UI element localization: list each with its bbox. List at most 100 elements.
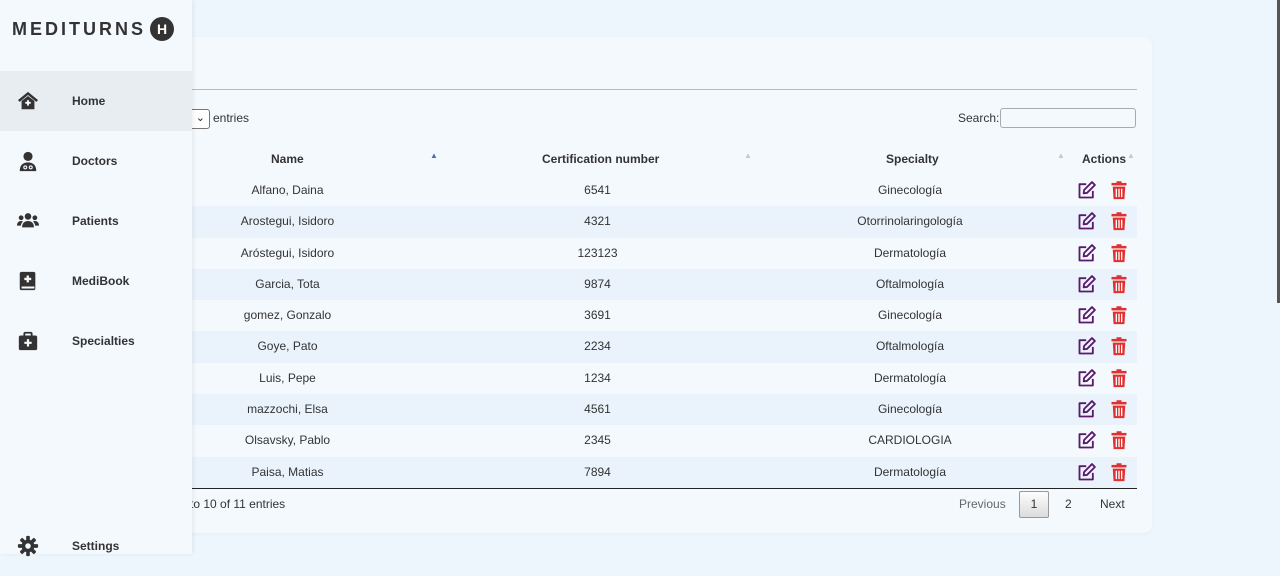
trash-icon[interactable] <box>1109 243 1129 263</box>
sidebar-item-label: Patients <box>72 214 119 228</box>
cell-certification: 4561 <box>584 402 611 417</box>
cell-name: Paisa, Matias <box>251 464 324 479</box>
edit-icon[interactable] <box>1077 399 1097 419</box>
cell-name: Goye, Pato <box>257 339 318 354</box>
cell-certification: 7894 <box>584 464 611 479</box>
table-footer-divider <box>80 488 1137 489</box>
pagination-page-1[interactable]: 1 <box>1019 491 1049 518</box>
column-header-certification[interactable]: Certification number <box>542 152 659 166</box>
cell-name: Aróstegui, Isidoro <box>240 245 335 260</box>
trash-icon[interactable] <box>1109 274 1129 294</box>
sidebar-item-specialties[interactable]: Specialties <box>0 311 192 371</box>
trash-icon[interactable] <box>1109 430 1129 450</box>
cell-specialty: Oftalmología <box>875 339 945 354</box>
trash-icon[interactable] <box>1109 305 1129 325</box>
edit-icon[interactable] <box>1077 305 1097 325</box>
pagination-previous[interactable]: Previous <box>959 497 1006 511</box>
cell-specialty: Ginecología <box>877 183 943 197</box>
sidebar-item-label: Doctors <box>72 154 118 168</box>
sidebar-item-doctors[interactable]: Doctors <box>0 131 192 191</box>
cell-certification: 123123 <box>577 245 618 260</box>
table-header: Name ▲ Certification number ▲ Specialty … <box>80 143 1137 176</box>
trash-icon[interactable] <box>1109 336 1129 356</box>
pagination-page-2[interactable]: 2 <box>1065 497 1072 511</box>
table-row: Paisa, Matias 7894 Dermatología <box>80 456 1137 488</box>
sort-icon: ▲ <box>1127 151 1135 160</box>
cell-specialty: Dermatología <box>873 370 947 385</box>
table-row: Alfano, Daina 6541 Ginecología <box>80 175 1137 207</box>
users-icon <box>17 213 39 228</box>
cell-specialty: Dermatología <box>873 245 947 260</box>
cell-specialty: Otorrinolaringología <box>857 214 963 229</box>
table-row: Goye, Pato 2234 Oftalmología <box>80 331 1137 363</box>
cell-certification: 4321 <box>584 214 611 229</box>
column-header-specialty[interactable]: Specialty <box>886 152 939 166</box>
cell-name: Alfano, Daina <box>251 183 324 197</box>
sidebar-item-label: Specialties <box>72 334 135 348</box>
edit-icon[interactable] <box>1077 180 1097 200</box>
search-input[interactable] <box>1000 108 1136 128</box>
cell-specialty: Oftalmología <box>875 276 945 291</box>
table-row: Luis, Pepe 1234 Dermatología <box>80 362 1137 395</box>
edit-icon[interactable] <box>1077 243 1097 263</box>
table-row: Arostegui, Isidoro 4321 Otorrinolaringolog… <box>80 206 1137 238</box>
trash-icon[interactable] <box>1109 180 1129 200</box>
chevron-down-icon: ⌄ <box>195 112 205 124</box>
table-row: Garcia, Tota 9874 Oftalmología <box>80 268 1137 301</box>
pagination-next[interactable]: Next <box>1100 497 1125 511</box>
trash-icon[interactable] <box>1109 399 1129 419</box>
cell-specialty: CARDIOLOGIA <box>868 433 952 448</box>
sidebar: MEDITURNS H Home Doctors Patients MediBo… <box>0 0 192 557</box>
cell-certification: 6541 <box>584 183 611 197</box>
sort-asc-icon: ▲ <box>430 151 438 160</box>
cell-certification: 1234 <box>584 370 611 385</box>
trash-icon[interactable] <box>1109 211 1129 231</box>
entries-label: entries <box>213 111 250 125</box>
briefcase-medical-icon <box>18 331 38 351</box>
sidebar-item-label: MediBook <box>72 274 130 288</box>
cell-specialty: Ginecología <box>877 308 943 323</box>
sidebar-item-label: Settings <box>72 539 120 553</box>
cell-specialty: Dermatología <box>873 464 947 479</box>
user-doctor-icon <box>19 151 37 172</box>
table-row: gomez, Gonzalo 3691 Ginecología <box>80 300 1137 332</box>
table-row: Olsavsky, Pablo 2345 CARDIOLOGIA <box>80 425 1137 457</box>
sidebar-item-medibook[interactable]: MediBook <box>0 251 192 311</box>
cell-name: Garcia, Tota <box>255 276 320 291</box>
cell-name: gomez, Gonzalo <box>243 308 332 323</box>
cell-certification: 2345 <box>584 433 611 448</box>
brand-logo: H <box>150 17 174 41</box>
edit-icon[interactable] <box>1077 336 1097 356</box>
column-header-name[interactable]: Name <box>271 152 304 166</box>
edit-icon[interactable] <box>1077 274 1097 294</box>
sidebar-item-home[interactable]: Home <box>0 71 192 131</box>
title-divider <box>80 89 1137 90</box>
edit-icon[interactable] <box>1077 462 1097 482</box>
brand-name: MEDITURNS <box>12 19 146 39</box>
sidebar-item-label: Home <box>72 94 106 108</box>
search-label: Search: <box>958 111 1000 125</box>
cell-certification: 9874 <box>584 276 611 291</box>
book-medical-icon <box>19 271 36 291</box>
edit-icon[interactable] <box>1077 211 1097 231</box>
table-row: Aróstegui, Isidoro 123123 Dermatología <box>80 237 1137 269</box>
cell-name: mazzochi, Elsa <box>247 402 328 417</box>
sort-icon: ▲ <box>744 151 752 160</box>
cell-name: Arostegui, Isidoro <box>240 214 335 229</box>
table-body: Alfano, Daina 6541 Ginecología Arostegui, I… <box>80 175 1137 488</box>
cell-certification: 3691 <box>584 308 611 323</box>
table-row: mazzochi, Elsa 4561 Ginecología <box>80 394 1137 426</box>
column-header-actions[interactable]: Actions <box>1082 152 1126 166</box>
trash-icon[interactable] <box>1109 368 1129 388</box>
table-info: to 10 of 11 entries <box>190 497 286 511</box>
sort-icon: ▲ <box>1057 151 1065 160</box>
edit-icon[interactable] <box>1077 430 1097 450</box>
sidebar-item-patients[interactable]: Patients <box>0 191 192 251</box>
trash-icon[interactable] <box>1109 462 1129 482</box>
edit-icon[interactable] <box>1077 368 1097 388</box>
cell-specialty: Ginecología <box>877 402 943 417</box>
cell-name: Olsavsky, Pablo <box>244 433 331 448</box>
house-medical-icon <box>17 91 39 110</box>
sidebar-item-settings[interactable]: Settings <box>0 516 192 576</box>
cell-name: Luis, Pepe <box>259 370 316 385</box>
